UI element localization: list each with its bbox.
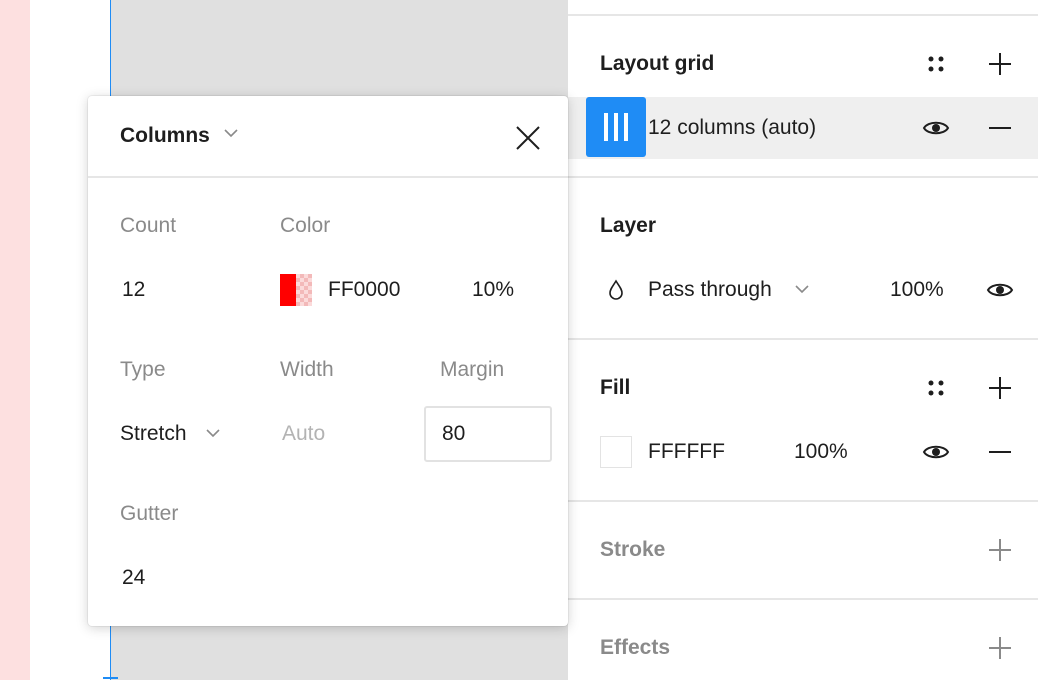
eye-icon xyxy=(922,121,950,135)
grid-color-swatch[interactable] xyxy=(280,274,312,306)
grid-type-select[interactable]: Columns xyxy=(120,124,210,148)
layer-opacity[interactable]: 100% xyxy=(890,278,944,302)
frame-edge-handle xyxy=(103,677,118,679)
divider xyxy=(568,338,1038,340)
remove-layout-grid-button[interactable] xyxy=(980,108,1020,148)
divider xyxy=(568,500,1038,502)
fill-opacity[interactable]: 100% xyxy=(794,440,848,464)
layer-title: Layer xyxy=(600,214,657,237)
add-effect-button[interactable] xyxy=(980,628,1020,668)
minus-icon xyxy=(989,451,1011,453)
divider xyxy=(568,176,1038,178)
divider xyxy=(568,598,1038,600)
fill-title: Fill xyxy=(600,376,631,399)
properties-panel: Layout grid 12 columns (auto) Layer Pass… xyxy=(568,0,1038,680)
eye-icon xyxy=(922,445,950,459)
plus-icon xyxy=(989,637,1011,659)
fill-color-swatch[interactable] xyxy=(600,436,632,468)
layout-grid-item-label: 12 columns (auto) xyxy=(648,116,817,139)
effects-title: Effects xyxy=(600,636,671,659)
add-fill-button[interactable] xyxy=(980,368,1020,408)
fill-hex[interactable]: FFFFFF xyxy=(648,440,725,464)
add-layout-grid-button[interactable] xyxy=(980,44,1020,84)
layout-grid-settings-popover: Columns Count Color 12 FF0000 10% Type W… xyxy=(88,96,568,626)
chevron-down-icon[interactable] xyxy=(795,284,809,294)
margin-input[interactable] xyxy=(424,406,552,462)
count-input[interactable]: 12 xyxy=(122,278,145,302)
grid-columns-icon[interactable] xyxy=(586,97,646,157)
close-popover-button[interactable] xyxy=(506,116,550,160)
grid-visibility-toggle[interactable] xyxy=(916,108,956,148)
chevron-down-icon[interactable] xyxy=(206,428,220,438)
plus-icon xyxy=(989,377,1011,399)
divider xyxy=(88,176,568,178)
plus-icon xyxy=(989,53,1011,75)
layer-visibility-toggle[interactable] xyxy=(980,270,1020,310)
add-stroke-button[interactable] xyxy=(980,530,1020,570)
grid-color-opacity[interactable]: 10% xyxy=(472,278,514,302)
stroke-title: Stroke xyxy=(600,538,666,561)
width-input[interactable]: Auto xyxy=(282,422,325,446)
close-icon xyxy=(516,126,540,150)
margin-label: Margin xyxy=(440,358,505,381)
styles-icon[interactable] xyxy=(916,368,956,408)
type-select[interactable]: Stretch xyxy=(120,422,187,446)
type-label: Type xyxy=(120,358,166,381)
chevron-down-icon[interactable] xyxy=(224,128,238,138)
count-label: Count xyxy=(120,214,177,237)
column-overlay xyxy=(0,0,30,680)
plus-icon xyxy=(989,539,1011,561)
gutter-input[interactable]: 24 xyxy=(122,566,145,590)
width-label: Width xyxy=(280,358,334,381)
minus-icon xyxy=(989,127,1011,129)
divider xyxy=(568,14,1038,16)
blend-drop-icon xyxy=(596,270,636,310)
fill-visibility-toggle[interactable] xyxy=(916,432,956,472)
grid-color-hex[interactable]: FF0000 xyxy=(328,278,400,302)
layout-grid-title: Layout grid xyxy=(600,52,715,75)
styles-icon[interactable] xyxy=(916,44,956,84)
gutter-label: Gutter xyxy=(120,502,179,525)
color-label: Color xyxy=(280,214,331,237)
eye-icon xyxy=(986,283,1014,297)
blend-mode-select[interactable]: Pass through xyxy=(648,278,772,302)
remove-fill-button[interactable] xyxy=(980,432,1020,472)
